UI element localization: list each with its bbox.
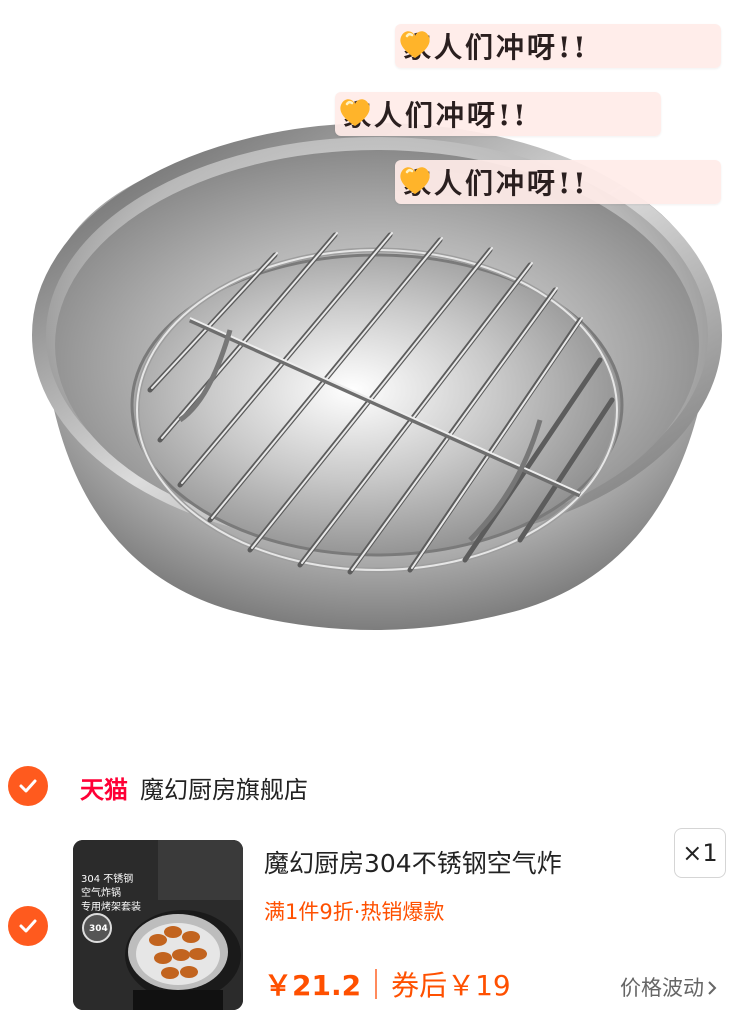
product-thumbnail[interactable]: 304 不锈钢 空气炸锅 专用烤架套装 304 bbox=[73, 840, 243, 1010]
store-checkbox[interactable] bbox=[8, 766, 48, 806]
thumb-tag: 304 不锈钢 bbox=[81, 874, 134, 885]
promo-bubble: 家人们冲呀!! bbox=[395, 160, 721, 204]
after-coupon-price: 券后￥19 bbox=[391, 969, 511, 1002]
heart-icon bbox=[400, 167, 430, 194]
price-row: ￥21.2 券后￥19 bbox=[264, 964, 511, 1004]
product-title[interactable]: 魔幻厨房304不锈钢空气炸 bbox=[264, 844, 562, 880]
cart-item: 304 不锈钢 空气炸锅 专用烤架套装 304 魔幻厨房304不锈钢空气炸 满1… bbox=[0, 828, 750, 1016]
promo-text: 满1件9折·热销爆款 bbox=[264, 900, 445, 924]
promo-bubble: 家人们冲呀!! bbox=[395, 24, 721, 68]
thumb-tag: 空气炸锅 bbox=[81, 888, 121, 899]
tmall-badge: 天猫 bbox=[80, 776, 128, 804]
price-fluctuation-link[interactable]: 价格波动 bbox=[620, 972, 718, 1002]
heart-icon bbox=[340, 99, 370, 126]
thumb-304-badge: 304 bbox=[89, 924, 108, 934]
check-icon bbox=[19, 919, 37, 933]
chevron-right-icon bbox=[708, 981, 717, 995]
store-row[interactable]: 天猫 魔幻厨房旗舰店 bbox=[0, 760, 750, 812]
product-hero-image[interactable]: 家人们冲呀!! 家人们冲呀!! 家人们冲呀!! bbox=[0, 0, 750, 740]
price: ￥21.2 bbox=[264, 969, 362, 1002]
price-divider bbox=[375, 969, 378, 999]
heart-icon bbox=[400, 31, 430, 58]
price-fluctuation-label: 价格波动 bbox=[620, 976, 704, 1000]
item-checkbox[interactable] bbox=[8, 906, 48, 946]
quantity-stepper[interactable]: ×1 bbox=[674, 828, 726, 878]
check-icon bbox=[19, 779, 37, 793]
promo-bubble: 家人们冲呀!! bbox=[335, 92, 661, 136]
thumb-tag: 专用烤架套装 bbox=[81, 902, 141, 913]
store-name[interactable]: 魔幻厨房旗舰店 bbox=[140, 770, 308, 805]
